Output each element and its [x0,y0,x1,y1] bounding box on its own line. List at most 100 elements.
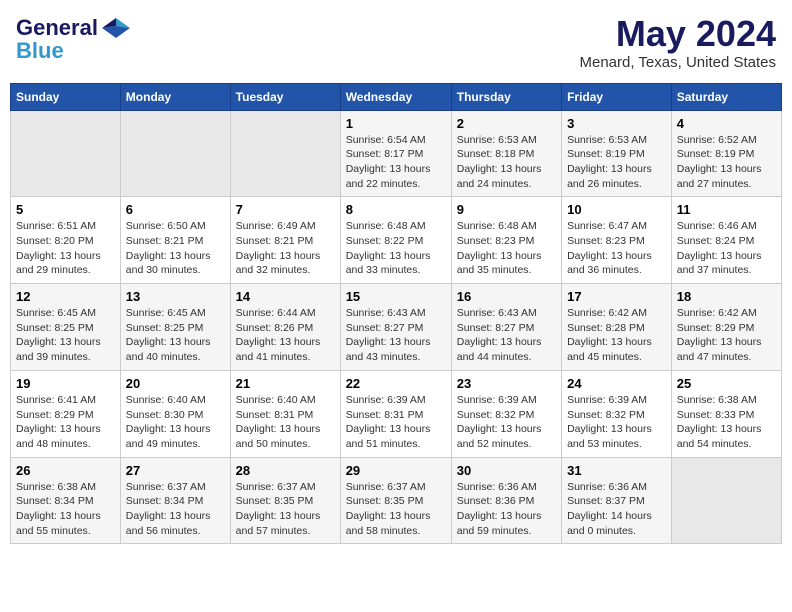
title-block: May 2024 Menard, Texas, United States [580,14,777,71]
day-info: Sunrise: 6:51 AM Sunset: 8:20 PM Dayligh… [16,219,115,278]
header-saturday: Saturday [671,83,781,110]
day-number: 15 [346,289,446,304]
calendar-header-row: SundayMondayTuesdayWednesdayThursdayFrid… [11,83,782,110]
calendar-cell: 4 Sunrise: 6:52 AM Sunset: 8:19 PM Daylig… [671,110,781,197]
day-info: Sunrise: 6:41 AM Sunset: 8:29 PM Dayligh… [16,393,115,452]
calendar-cell: 27Sunrise: 6:37 AM Sunset: 8:34 PM Dayli… [120,457,230,544]
calendar-cell: 25 Sunrise: 6:38 AM Sunset: 8:33 PM Dayli… [671,370,781,457]
day-info: Sunrise: 6:39 AM Sunset: 8:32 PM Dayligh… [457,393,556,452]
day-number: 30 [457,463,556,478]
day-info: Sunrise: 6:45 AM Sunset: 8:25 PM Dayligh… [16,306,115,365]
week-row-5: 26 Sunrise: 6:38 AM Sunset: 8:34 PM Dayli… [11,457,782,544]
day-info: Sunrise: 6:38 AM Sunset: 8:34 PM Dayligh… [16,480,115,539]
day-number: 8 [346,202,446,217]
day-info: Sunrise: 6:53 AM Sunset: 8:19 PM Dayligh… [567,133,666,192]
day-number: 24 [567,376,666,391]
week-row-1: 1Sunrise: 6:54 AM Sunset: 8:17 PM Daylig… [11,110,782,197]
header-friday: Friday [562,83,672,110]
day-info: Sunrise: 6:49 AM Sunset: 8:21 PM Dayligh… [236,219,335,278]
day-number: 1 [346,116,446,131]
calendar-cell: 17 Sunrise: 6:42 AM Sunset: 8:28 PM Dayli… [562,284,672,371]
calendar-cell: 26 Sunrise: 6:38 AM Sunset: 8:34 PM Dayli… [11,457,121,544]
day-number: 3 [567,116,666,131]
day-number: 18 [677,289,776,304]
logo: General Blue [16,14,130,64]
day-number: 19 [16,376,115,391]
day-info: Sunrise: 6:47 AM Sunset: 8:23 PM Dayligh… [567,219,666,278]
calendar-cell: 9 Sunrise: 6:48 AM Sunset: 8:23 PM Daylig… [451,197,561,284]
day-number: 28 [236,463,335,478]
day-number: 13 [126,289,225,304]
calendar-cell: 18Sunrise: 6:42 AM Sunset: 8:29 PM Dayli… [671,284,781,371]
calendar-cell: 14 Sunrise: 6:44 AM Sunset: 8:26 PM Dayli… [230,284,340,371]
day-info: Sunrise: 6:50 AM Sunset: 8:21 PM Dayligh… [126,219,225,278]
calendar-cell: 20 Sunrise: 6:40 AM Sunset: 8:30 PM Dayli… [120,370,230,457]
calendar-cell: 16 Sunrise: 6:43 AM Sunset: 8:27 PM Dayli… [451,284,561,371]
day-number: 23 [457,376,556,391]
day-number: 12 [16,289,115,304]
week-row-2: 5 Sunrise: 6:51 AM Sunset: 8:20 PM Daylig… [11,197,782,284]
day-info: Sunrise: 6:46 AM Sunset: 8:24 PM Dayligh… [677,219,776,278]
calendar-cell [230,110,340,197]
calendar-cell: 2 Sunrise: 6:53 AM Sunset: 8:18 PM Daylig… [451,110,561,197]
day-number: 25 [677,376,776,391]
calendar-title: May 2024 [580,14,777,54]
day-number: 17 [567,289,666,304]
header-wednesday: Wednesday [340,83,451,110]
day-number: 31 [567,463,666,478]
day-number: 2 [457,116,556,131]
calendar-cell: 7 Sunrise: 6:49 AM Sunset: 8:21 PM Daylig… [230,197,340,284]
calendar-cell: 10 Sunrise: 6:47 AM Sunset: 8:23 PM Dayli… [562,197,672,284]
day-number: 21 [236,376,335,391]
day-info: Sunrise: 6:42 AM Sunset: 8:28 PM Dayligh… [567,306,666,365]
day-info: Sunrise: 6:48 AM Sunset: 8:23 PM Dayligh… [457,219,556,278]
calendar-cell: 11 Sunrise: 6:46 AM Sunset: 8:24 PM Dayli… [671,197,781,284]
day-info: Sunrise: 6:45 AM Sunset: 8:25 PM Dayligh… [126,306,225,365]
day-info: Sunrise: 6:52 AM Sunset: 8:19 PM Dayligh… [677,133,776,192]
day-number: 26 [16,463,115,478]
calendar-table: SundayMondayTuesdayWednesdayThursdayFrid… [10,83,782,545]
week-row-3: 12 Sunrise: 6:45 AM Sunset: 8:25 PM Dayli… [11,284,782,371]
calendar-cell: 29 Sunrise: 6:37 AM Sunset: 8:35 PM Dayli… [340,457,451,544]
calendar-cell: 19 Sunrise: 6:41 AM Sunset: 8:29 PM Dayli… [11,370,121,457]
calendar-cell: 12 Sunrise: 6:45 AM Sunset: 8:25 PM Dayli… [11,284,121,371]
day-number: 14 [236,289,335,304]
day-number: 29 [346,463,446,478]
day-info: Sunrise: 6:40 AM Sunset: 8:30 PM Dayligh… [126,393,225,452]
calendar-subtitle: Menard, Texas, United States [580,54,777,71]
calendar-cell: 31 Sunrise: 6:36 AM Sunset: 8:37 PM Dayli… [562,457,672,544]
calendar-cell [11,110,121,197]
week-row-4: 19 Sunrise: 6:41 AM Sunset: 8:29 PM Dayli… [11,370,782,457]
day-number: 10 [567,202,666,217]
day-info: Sunrise: 6:38 AM Sunset: 8:33 PM Dayligh… [677,393,776,452]
calendar-cell: 8Sunrise: 6:48 AM Sunset: 8:22 PM Daylig… [340,197,451,284]
header-tuesday: Tuesday [230,83,340,110]
day-number: 6 [126,202,225,217]
day-number: 5 [16,202,115,217]
day-info: Sunrise: 6:43 AM Sunset: 8:27 PM Dayligh… [457,306,556,365]
header-sunday: Sunday [11,83,121,110]
calendar-cell: 1Sunrise: 6:54 AM Sunset: 8:17 PM Daylig… [340,110,451,197]
day-number: 11 [677,202,776,217]
header-thursday: Thursday [451,83,561,110]
day-info: Sunrise: 6:53 AM Sunset: 8:18 PM Dayligh… [457,133,556,192]
calendar-cell: 30 Sunrise: 6:36 AM Sunset: 8:36 PM Dayli… [451,457,561,544]
calendar-cell [671,457,781,544]
calendar-cell: 15 Sunrise: 6:43 AM Sunset: 8:27 PM Dayli… [340,284,451,371]
day-number: 27 [126,463,225,478]
day-info: Sunrise: 6:39 AM Sunset: 8:32 PM Dayligh… [567,393,666,452]
calendar-cell [120,110,230,197]
day-info: Sunrise: 6:37 AM Sunset: 8:35 PM Dayligh… [346,480,446,539]
day-number: 20 [126,376,225,391]
day-number: 16 [457,289,556,304]
calendar-cell: 23 Sunrise: 6:39 AM Sunset: 8:32 PM Dayli… [451,370,561,457]
day-number: 7 [236,202,335,217]
day-number: 4 [677,116,776,131]
day-info: Sunrise: 6:43 AM Sunset: 8:27 PM Dayligh… [346,306,446,365]
day-info: Sunrise: 6:36 AM Sunset: 8:37 PM Dayligh… [567,480,666,539]
day-info: Sunrise: 6:44 AM Sunset: 8:26 PM Dayligh… [236,306,335,365]
day-number: 9 [457,202,556,217]
header-monday: Monday [120,83,230,110]
day-info: Sunrise: 6:36 AM Sunset: 8:36 PM Dayligh… [457,480,556,539]
day-info: Sunrise: 6:37 AM Sunset: 8:35 PM Dayligh… [236,480,335,539]
